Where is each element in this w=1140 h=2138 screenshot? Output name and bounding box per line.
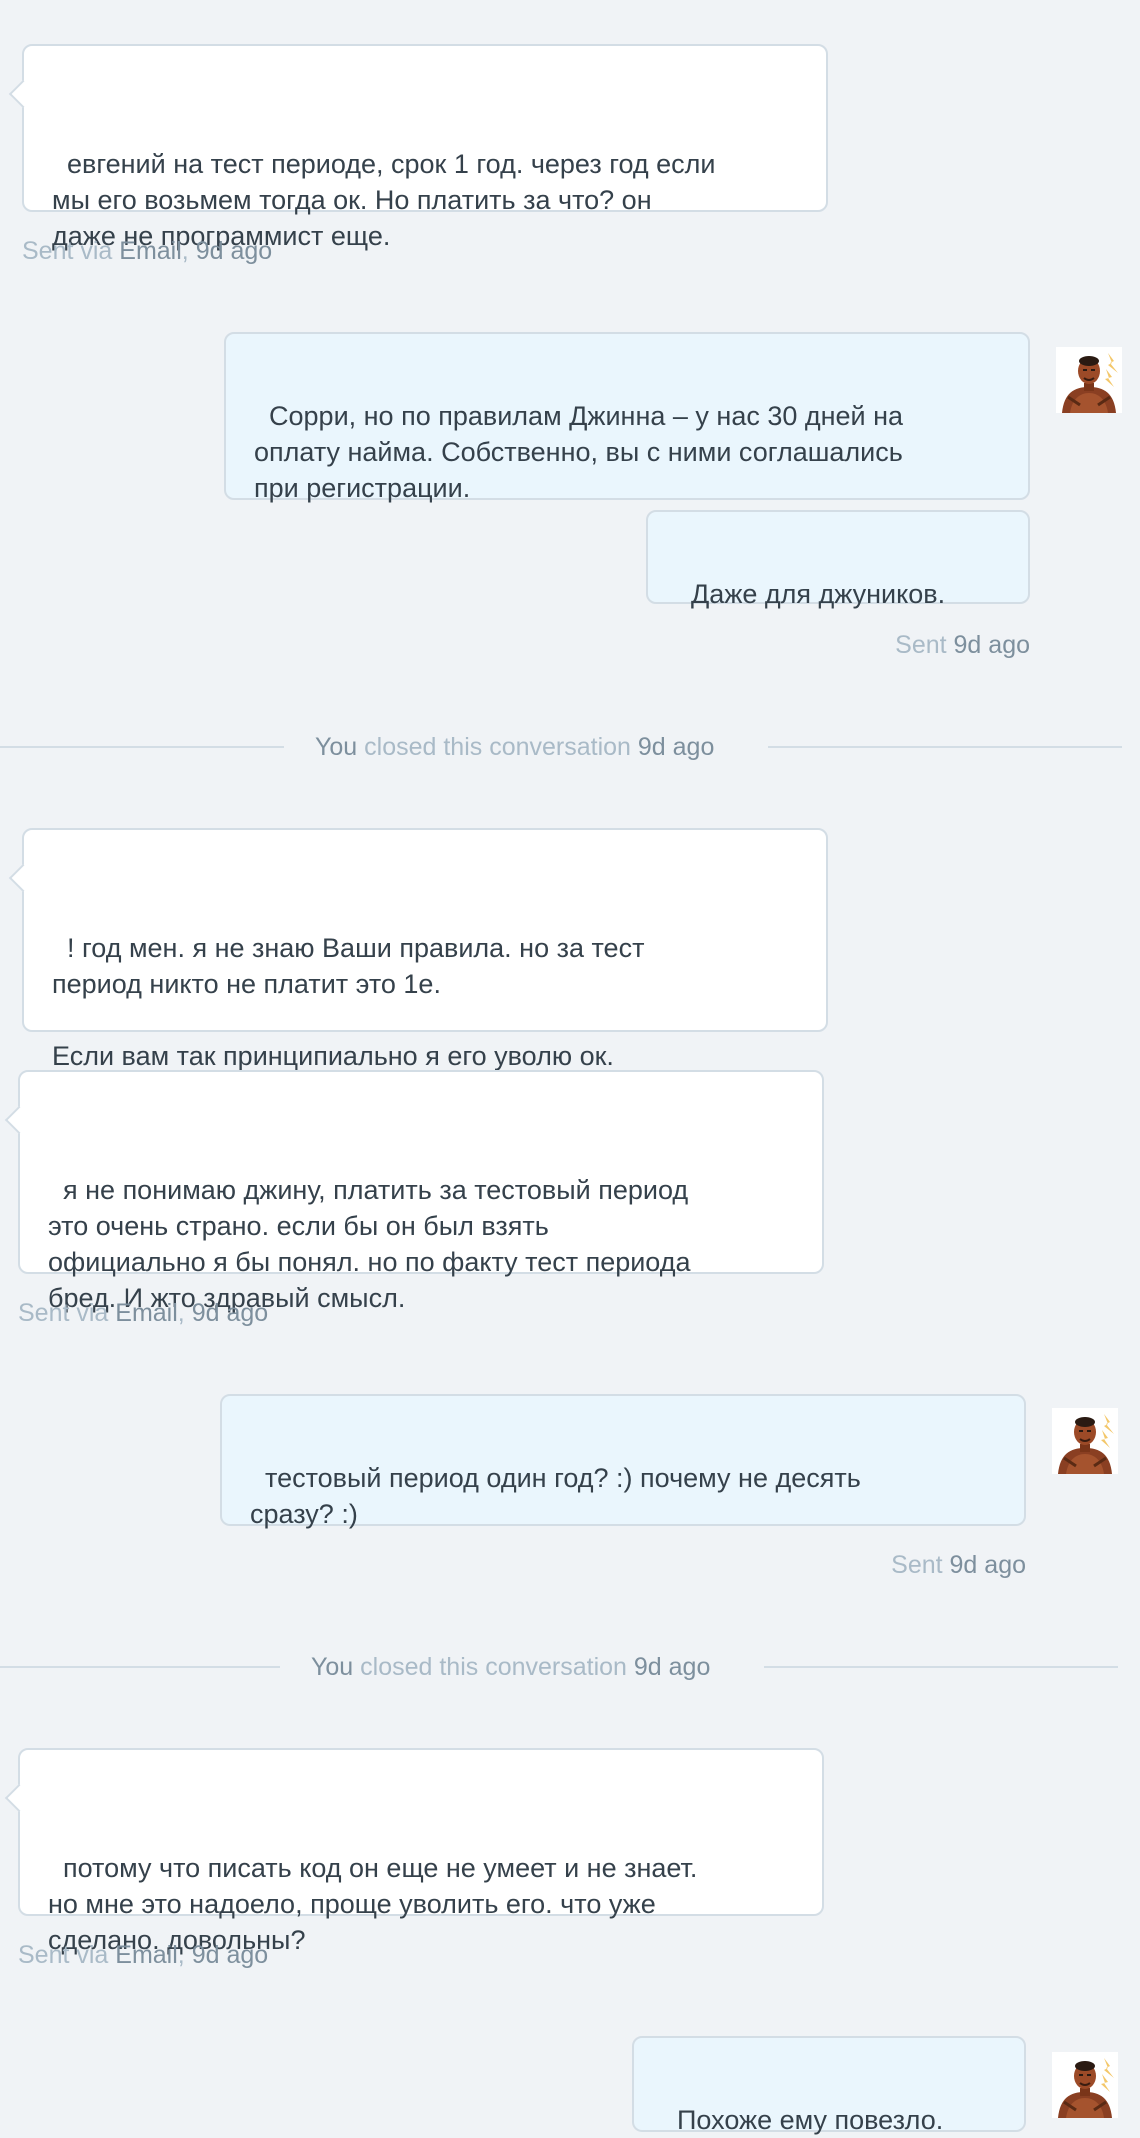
bubble-tail [8,79,38,109]
bubble-tail [4,1783,34,1813]
timestamp: 9d ago [949,1551,1026,1579]
timestamp: 9d ago [191,1299,269,1327]
message-text: тестовый период один год? :) почему не д… [250,1463,861,1529]
agent-avatar-icon [1052,1408,1118,1474]
event-divider-line [768,746,1122,748]
channel-link[interactable]: Email [119,237,182,265]
timestamp: 9d ago [637,733,715,761]
message-bubble-incoming: потому что писать код он еще не умеет и … [4,1748,824,1955]
message-meta: Sent 9d ago [891,1551,1026,1579]
timestamp: 9d ago [953,631,1030,659]
message-text: ! год мен. я не знаю Ваши правила. но за… [52,933,645,1071]
message-bubble-incoming: я не понимаю джину, платить за тестовый … [4,1070,824,1313]
event-divider-line [0,746,284,748]
timestamp: 9d ago [191,1941,269,1969]
message-meta: Sent via Email, 9d ago [22,237,273,265]
message-bubble-outgoing: Сорри, но по правилам Джинна – у нас 30 … [224,332,1030,503]
message-bubble-outgoing: Даже для джуников. [646,510,1030,609]
message-meta: Sent via Email, 9d ago [18,1299,269,1327]
message-bubble-incoming: евгений на тест периоде, срок 1 год. чер… [8,44,828,251]
message-bubble-outgoing: Похоже ему повезло. [632,2036,1026,2135]
agent-avatar-icon [1052,2052,1118,2118]
event-actor: You [315,733,358,761]
message-bubble-outgoing: тестовый период один год? :) почему не д… [220,1394,1026,1529]
conversation-event: You closed this conversation 9d ago [315,733,715,761]
timestamp: 9d ago [633,1653,711,1681]
channel-link[interactable]: Email [115,1299,178,1327]
conversation-event: You closed this conversation 9d ago [311,1653,711,1681]
message-text: Похоже ему повезло. [677,2105,944,2135]
bubble-tail [8,863,38,893]
channel-link[interactable]: Email [115,1941,178,1969]
message-bubble-incoming: ! год мен. я не знаю Ваши правила. но за… [8,828,828,1071]
message-text: я не понимаю джину, платить за тестовый … [48,1175,691,1313]
bubble-tail [4,1105,34,1135]
timestamp: 9d ago [195,237,273,265]
message-meta: Sent 9d ago [895,631,1030,659]
message-meta: Sent via Email, 9d ago [18,1941,269,1969]
agent-avatar-icon [1056,347,1122,413]
event-divider-line [0,1666,280,1668]
event-divider-line [764,1666,1118,1668]
message-text: Сорри, но по правилам Джинна – у нас 30 … [254,401,904,503]
message-text: Даже для джуников. [691,579,946,609]
event-actor: You [311,1653,354,1681]
